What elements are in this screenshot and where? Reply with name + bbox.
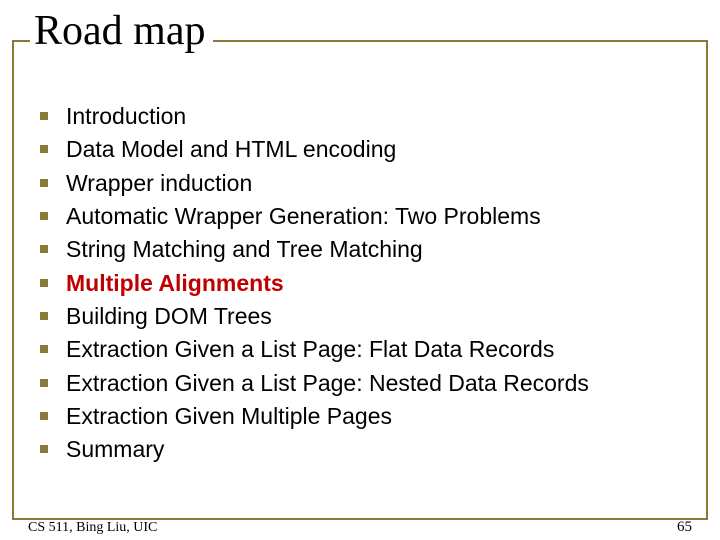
square-bullet-icon (40, 245, 48, 253)
list-item-text: Introduction (66, 100, 186, 133)
list-item-text: Automatic Wrapper Generation: Two Proble… (66, 200, 541, 233)
list-item-text: Summary (66, 433, 164, 466)
list-item: String Matching and Tree Matching (40, 233, 680, 266)
bullet-list: IntroductionData Model and HTML encoding… (40, 100, 680, 467)
list-item: Summary (40, 433, 680, 466)
footer-left: CS 511, Bing Liu, UIC (28, 520, 157, 536)
list-item: Automatic Wrapper Generation: Two Proble… (40, 200, 680, 233)
list-item-text: Multiple Alignments (66, 267, 284, 300)
square-bullet-icon (40, 212, 48, 220)
square-bullet-icon (40, 412, 48, 420)
slide-title: Road map (34, 8, 205, 54)
list-item-text: Data Model and HTML encoding (66, 133, 396, 166)
square-bullet-icon (40, 179, 48, 187)
list-item-text: Wrapper induction (66, 167, 252, 200)
square-bullet-icon (40, 345, 48, 353)
list-item: Extraction Given a List Page: Flat Data … (40, 333, 680, 366)
list-item: Extraction Given Multiple Pages (40, 400, 680, 433)
list-item-text: Building DOM Trees (66, 300, 272, 333)
list-item: Introduction (40, 100, 680, 133)
slide: Road map IntroductionData Model and HTML… (0, 0, 720, 540)
page-number: 65 (677, 519, 692, 536)
list-item: Extraction Given a List Page: Nested Dat… (40, 367, 680, 400)
list-item-text: Extraction Given a List Page: Flat Data … (66, 333, 554, 366)
footer: CS 511, Bing Liu, UIC 65 (28, 519, 692, 536)
square-bullet-icon (40, 379, 48, 387)
content-area: IntroductionData Model and HTML encoding… (40, 100, 680, 467)
list-item: Data Model and HTML encoding (40, 133, 680, 166)
square-bullet-icon (40, 279, 48, 287)
square-bullet-icon (40, 145, 48, 153)
square-bullet-icon (40, 445, 48, 453)
list-item-text: Extraction Given a List Page: Nested Dat… (66, 367, 589, 400)
list-item-text: Extraction Given Multiple Pages (66, 400, 392, 433)
list-item: Wrapper induction (40, 167, 680, 200)
list-item: Building DOM Trees (40, 300, 680, 333)
square-bullet-icon (40, 112, 48, 120)
title-wrap: Road map (30, 8, 213, 54)
list-item: Multiple Alignments (40, 267, 680, 300)
list-item-text: String Matching and Tree Matching (66, 233, 423, 266)
square-bullet-icon (40, 312, 48, 320)
